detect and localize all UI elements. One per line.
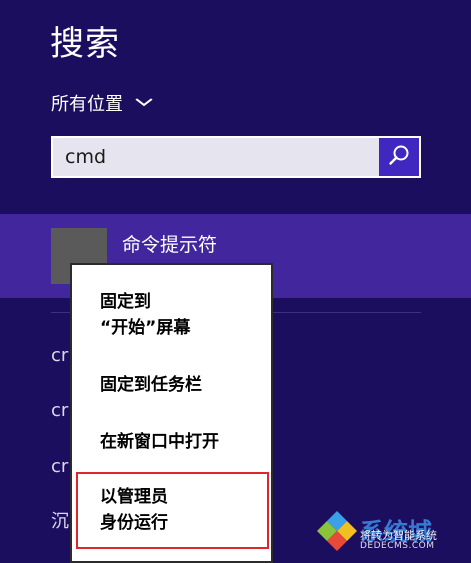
- watermark-url: DEDECMS.COM: [360, 541, 435, 551]
- menu-item-open-new-window[interactable]: 在新窗口中打开: [100, 429, 219, 455]
- search-box: [51, 136, 421, 178]
- menu-item-pin-to-start[interactable]: 固定到 “开始”屏幕: [100, 289, 190, 341]
- list-item[interactable]: cr: [51, 400, 68, 421]
- search-button[interactable]: [379, 138, 419, 176]
- windows-logo-icon: [317, 511, 357, 551]
- list-item[interactable]: cr: [51, 456, 68, 477]
- search-scope-label: 所有位置: [51, 94, 123, 115]
- list-item[interactable]: cr: [51, 345, 68, 366]
- page-title: 搜索: [50, 24, 120, 64]
- menu-item-pin-to-taskbar[interactable]: 固定到任务栏: [100, 372, 202, 398]
- context-menu: 固定到 “开始”屏幕 固定到任务栏 在新窗口中打开 以管理员 身份运行: [70, 263, 273, 563]
- search-scope-dropdown[interactable]: 所有位置: [51, 90, 153, 116]
- search-icon: [388, 144, 410, 170]
- search-result-label[interactable]: 命令提示符: [122, 230, 217, 257]
- list-item[interactable]: 沉: [51, 507, 69, 533]
- search-input[interactable]: [53, 138, 379, 176]
- chevron-down-icon: [135, 95, 153, 111]
- menu-item-run-as-admin[interactable]: 以管理员 身份运行: [100, 484, 168, 536]
